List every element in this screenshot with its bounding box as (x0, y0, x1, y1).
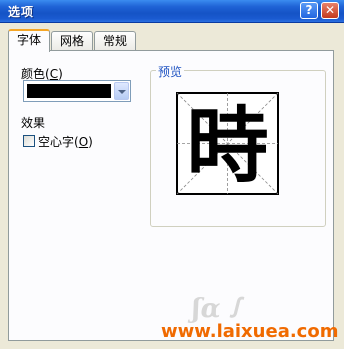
chevron-down-icon (118, 90, 126, 94)
tab-general[interactable]: 常规 (94, 31, 136, 50)
close-icon: ✕ (324, 3, 336, 17)
hollow-label-key: O (78, 135, 89, 149)
watermark-url: www.laixuea.com (161, 321, 339, 342)
color-label-end: ) (58, 67, 63, 81)
close-button[interactable]: ✕ (321, 2, 339, 19)
preview-label: 预览 (156, 63, 185, 80)
color-dropdown-button[interactable] (114, 82, 129, 100)
window-title: 选项 (8, 5, 35, 19)
help-button[interactable]: ? (300, 2, 318, 19)
tab-font[interactable]: 字体 (8, 29, 50, 52)
options-dialog: 选项 ? ✕ 字体 网格 常规 颜色(C) 效果 空心字(O) 预览 時 ʃɑ … (0, 0, 344, 349)
hollow-label[interactable]: 空心字(O) (38, 133, 93, 150)
hollow-checkbox[interactable] (23, 135, 35, 147)
preview-character: 時 (186, 98, 268, 194)
title-bar[interactable]: 选项 ? ✕ (0, 0, 344, 23)
tab-panel-font: 颜色(C) 效果 空心字(O) 预览 時 ʃɑ ꭍ www.laixuea.co… (8, 50, 338, 342)
color-label-text: 颜色( (21, 67, 50, 81)
color-label-key: C (49, 67, 59, 81)
tab-grid[interactable]: 网格 (51, 31, 93, 50)
hollow-label-text: 空心字( (38, 135, 79, 149)
effects-label: 效果 (21, 116, 46, 130)
color-swatch (27, 84, 111, 98)
help-icon: ? (305, 3, 313, 17)
hollow-label-end: ) (88, 135, 93, 149)
preview-grid: 時 (176, 92, 279, 195)
watermark-logo: ʃɑ ꭍ (192, 294, 239, 324)
color-select[interactable] (23, 80, 131, 102)
